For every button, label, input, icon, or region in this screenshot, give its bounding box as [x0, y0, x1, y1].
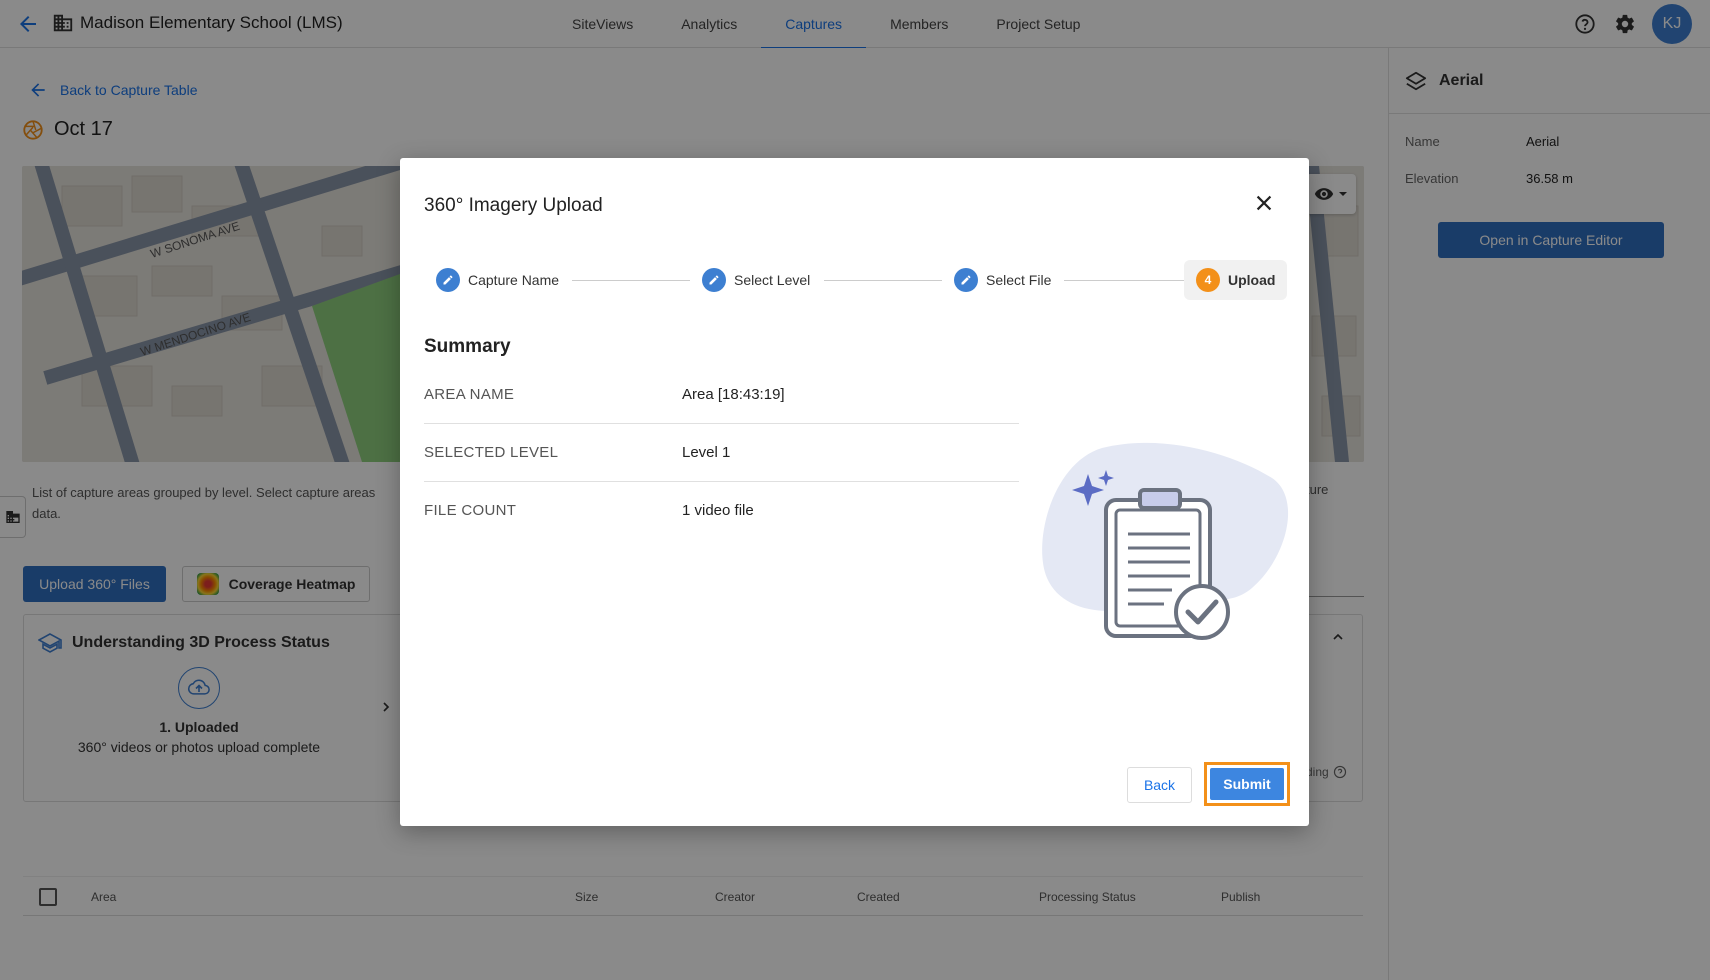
step-upload[interactable]: 4 Upload — [1184, 260, 1288, 300]
back-button[interactable]: Back — [1127, 767, 1192, 803]
stepper-connector — [572, 280, 690, 281]
submit-button[interactable]: Submit — [1210, 768, 1284, 800]
clipboard-checklist-illustration-icon — [1042, 442, 1289, 640]
dialog-title: 360° Imagery Upload — [424, 195, 603, 216]
imagery-upload-dialog: 360° Imagery Upload Capture Name Select … — [400, 158, 1309, 826]
area-name-value: Area [18:43:19] — [682, 386, 785, 403]
summary-row-file-count: FILE COUNT 1 video file — [424, 482, 1019, 540]
step-select-level-label: Select Level — [734, 272, 811, 288]
selected-level-value: Level 1 — [682, 444, 731, 461]
step-capture-name[interactable]: Capture Name — [424, 260, 571, 300]
step-select-level[interactable]: Select Level — [690, 260, 822, 300]
step-upload-number: 4 — [1196, 268, 1220, 292]
stepper-connector — [1064, 280, 1184, 281]
selected-level-label: SELECTED LEVEL — [424, 444, 559, 461]
step-capture-name-label: Capture Name — [468, 272, 560, 288]
step-upload-label: Upload — [1228, 272, 1276, 288]
upload-stepper: Capture Name Select Level Select File 4 … — [424, 260, 1288, 300]
stepper-connector — [824, 280, 942, 281]
step-select-file[interactable]: Select File — [942, 260, 1063, 300]
submit-button-highlight: Submit — [1204, 762, 1290, 806]
step-select-file-label: Select File — [986, 272, 1052, 288]
summary-title: Summary — [424, 336, 511, 357]
file-count-value: 1 video file — [682, 502, 754, 519]
file-count-label: FILE COUNT — [424, 502, 517, 519]
summary-row-area-name: AREA NAME Area [18:43:19] — [424, 366, 1019, 424]
area-name-label: AREA NAME — [424, 386, 515, 403]
close-icon[interactable] — [1253, 192, 1275, 214]
pencil-icon — [702, 268, 726, 292]
summary-row-selected-level: SELECTED LEVEL Level 1 — [424, 424, 1019, 482]
pencil-icon — [436, 268, 460, 292]
pencil-icon — [954, 268, 978, 292]
